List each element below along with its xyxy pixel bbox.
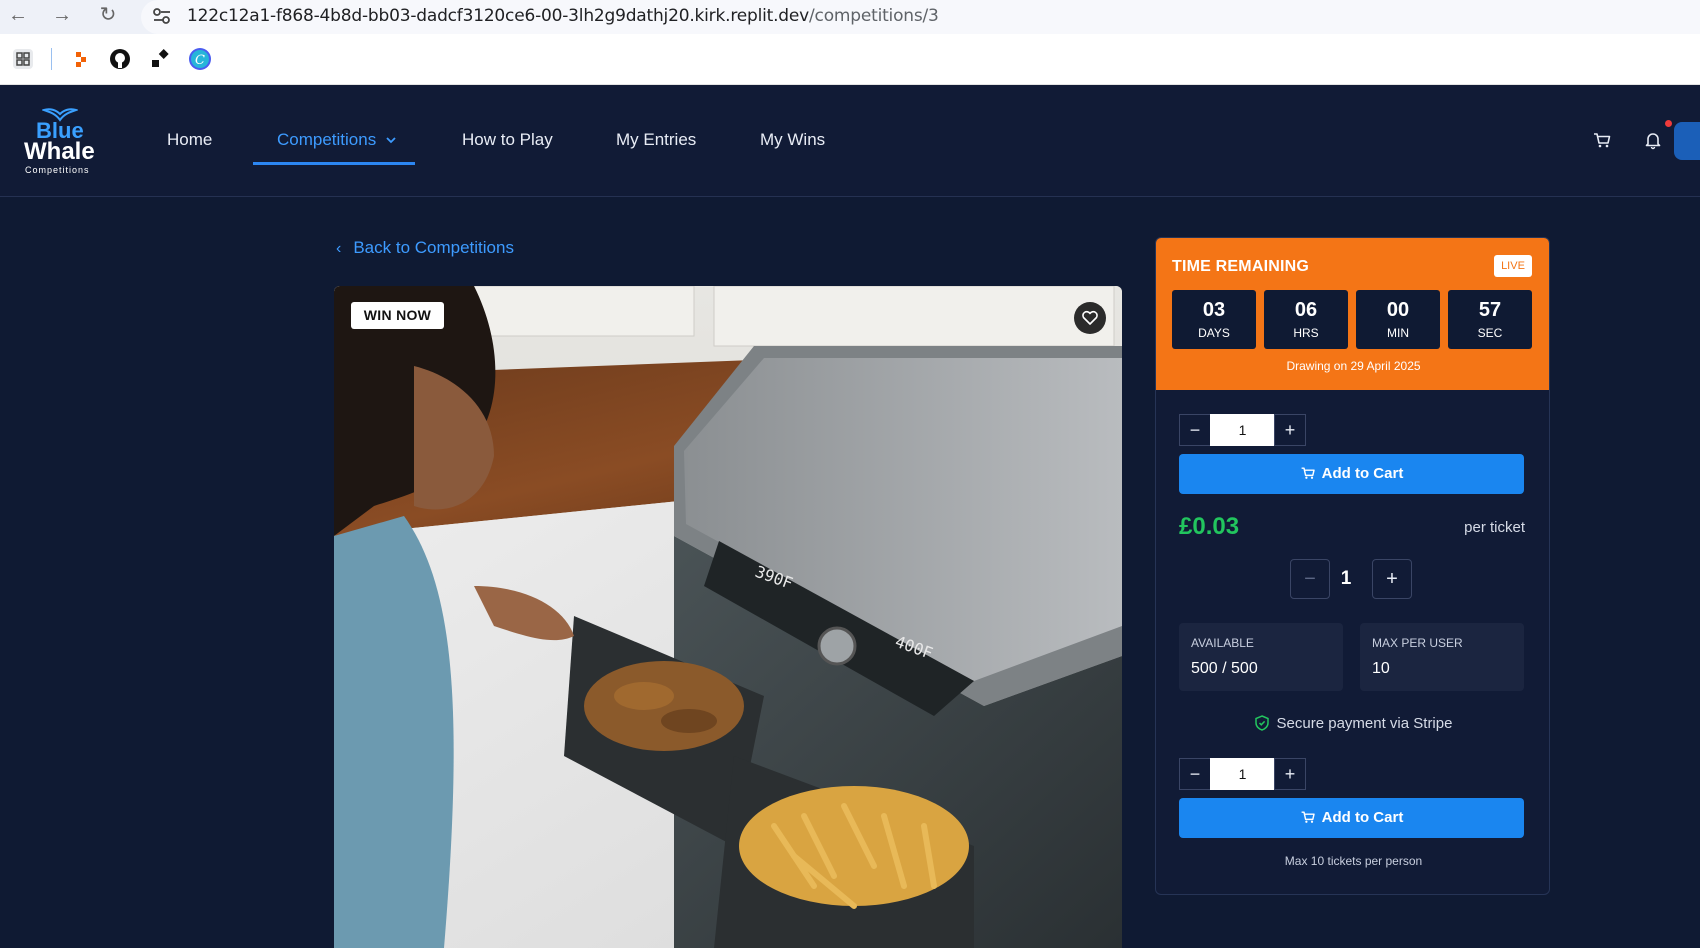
countdown-days-value: 03 (1202, 299, 1226, 321)
svg-text:C: C (195, 53, 205, 68)
brand-logo[interactable]: Blue Whale Competitions (24, 104, 104, 176)
back-link-label: Back to Competitions (353, 238, 514, 257)
increment-button[interactable]: + (1274, 758, 1306, 790)
live-badge: LIVE (1494, 255, 1532, 277)
secure-payment-text: Secure payment via Stripe (1276, 715, 1453, 732)
cart-icon (1301, 811, 1315, 823)
user-avatar-button[interactable] (1674, 122, 1700, 160)
countdown-minutes-value: 00 (1386, 299, 1410, 321)
drawing-date: Drawing on 29 April 2025 (1286, 359, 1421, 373)
url-text[interactable]: 122c12a1-f868-4b8d-bb03-dadcf3120ce6-00-… (187, 6, 939, 26)
heart-icon (1082, 310, 1098, 325)
air-fryer-illustration: 390F 400F (334, 286, 1122, 948)
quantity-input-top[interactable]: 1 (1210, 414, 1275, 446)
back-to-competitions-link[interactable]: ‹ Back to Competitions (336, 238, 514, 258)
canva-bookmark-icon[interactable]: C (187, 46, 213, 72)
bookmarks-bar: C (0, 34, 1700, 85)
countdown-seconds-value: 57 (1478, 299, 1502, 321)
quantity-increase-button[interactable]: + (1372, 559, 1412, 599)
countdown-days: 03 DAYS (1172, 290, 1256, 349)
shield-check-icon (1254, 715, 1269, 731)
apps-grid-icon[interactable] (10, 46, 36, 72)
ticket-quantity-value: 1 (1340, 568, 1352, 589)
countdown-minutes: 00 MIN (1356, 290, 1440, 349)
brush-bookmark-icon[interactable] (147, 46, 173, 72)
url-path: /competitions/3 (809, 6, 939, 26)
max-per-user-value: 10 (1372, 660, 1390, 677)
quantity-stepper-bottom: − 1 + (1179, 758, 1307, 790)
nav-competitions-label: Competitions (277, 130, 377, 149)
chevron-left-icon: ‹ (336, 240, 342, 257)
quantity-stepper-top: − 1 + (1179, 414, 1307, 446)
timer-card: TIME REMAINING LIVE 03 DAYS 06 HRS 00 MI… (1156, 238, 1549, 390)
secure-payment-note: Secure payment via Stripe (1156, 715, 1549, 732)
site-settings-icon[interactable] (151, 5, 173, 27)
available-value: 500 / 500 (1191, 660, 1258, 677)
nav-active-underline (253, 162, 415, 165)
available-tickets-card: AVAILABLE 500 / 500 (1179, 623, 1343, 691)
brand-tagline: Competitions (25, 165, 90, 175)
add-to-cart-button-bottom[interactable]: Add to Cart (1179, 798, 1524, 838)
bell-icon[interactable] (1643, 130, 1663, 150)
add-to-cart-label: Add to Cart (1321, 809, 1404, 826)
favorite-button[interactable] (1074, 302, 1106, 334)
nav-how-to-play[interactable]: How to Play (462, 130, 553, 150)
cart-icon (1301, 467, 1315, 479)
countdown-hours: 06 HRS (1264, 290, 1348, 349)
available-label: AVAILABLE (1191, 636, 1254, 650)
countdown-hours-label: HRS (1293, 326, 1319, 340)
decrement-button[interactable]: − (1179, 414, 1211, 446)
replit-bookmark-icon[interactable] (68, 46, 94, 72)
quantity-input-bottom[interactable]: 1 (1210, 758, 1275, 790)
chevron-down-icon (386, 137, 396, 144)
url-host: 122c12a1-f868-4b8d-bb03-dadcf3120ce6-00-… (187, 6, 810, 26)
product-image: 390F 400F (334, 286, 1122, 948)
back-arrow-icon[interactable]: ← (6, 3, 30, 27)
nav-my-wins[interactable]: My Wins (760, 130, 825, 150)
win-now-badge: WIN NOW (351, 302, 444, 329)
add-to-cart-button-top[interactable]: Add to Cart (1179, 454, 1524, 494)
reload-icon[interactable]: ↻ (96, 3, 120, 27)
cart-icon[interactable] (1592, 130, 1612, 150)
countdown-days-label: DAYS (1198, 326, 1230, 340)
countdown-seconds-label: SEC (1477, 326, 1503, 340)
github-bookmark-icon[interactable] (107, 46, 133, 72)
nav-home[interactable]: Home (167, 130, 212, 150)
max-per-user-label: MAX PER USER (1372, 636, 1463, 650)
nav-my-entries[interactable]: My Entries (616, 130, 696, 150)
decrement-button[interactable]: − (1179, 758, 1211, 790)
quantity-decrease-button[interactable]: − (1290, 559, 1330, 599)
max-tickets-note: Max 10 tickets per person (1284, 854, 1423, 868)
countdown-minutes-label: MIN (1387, 326, 1409, 340)
purchase-panel: TIME REMAINING LIVE 03 DAYS 06 HRS 00 MI… (1155, 237, 1550, 895)
forward-arrow-icon[interactable]: → (50, 3, 74, 27)
add-to-cart-label: Add to Cart (1321, 465, 1404, 482)
per-ticket-label: per ticket (1464, 519, 1525, 536)
max-per-user-card: MAX PER USER 10 (1360, 623, 1524, 691)
site-header (0, 85, 1700, 197)
countdown-seconds: 57 SEC (1448, 290, 1532, 349)
notification-dot (1665, 120, 1672, 127)
time-remaining-title: TIME REMAINING (1172, 258, 1310, 275)
nav-competitions[interactable]: Competitions (277, 130, 397, 150)
browser-address-bar: ← → ↻ 122c12a1-f868-4b8d-bb03-dadcf3120c… (0, 0, 1700, 34)
brand-name-line2: Whale (24, 138, 95, 165)
increment-button[interactable]: + (1274, 414, 1306, 446)
countdown-hours-value: 06 (1294, 299, 1318, 321)
bookmarks-divider (51, 48, 52, 70)
